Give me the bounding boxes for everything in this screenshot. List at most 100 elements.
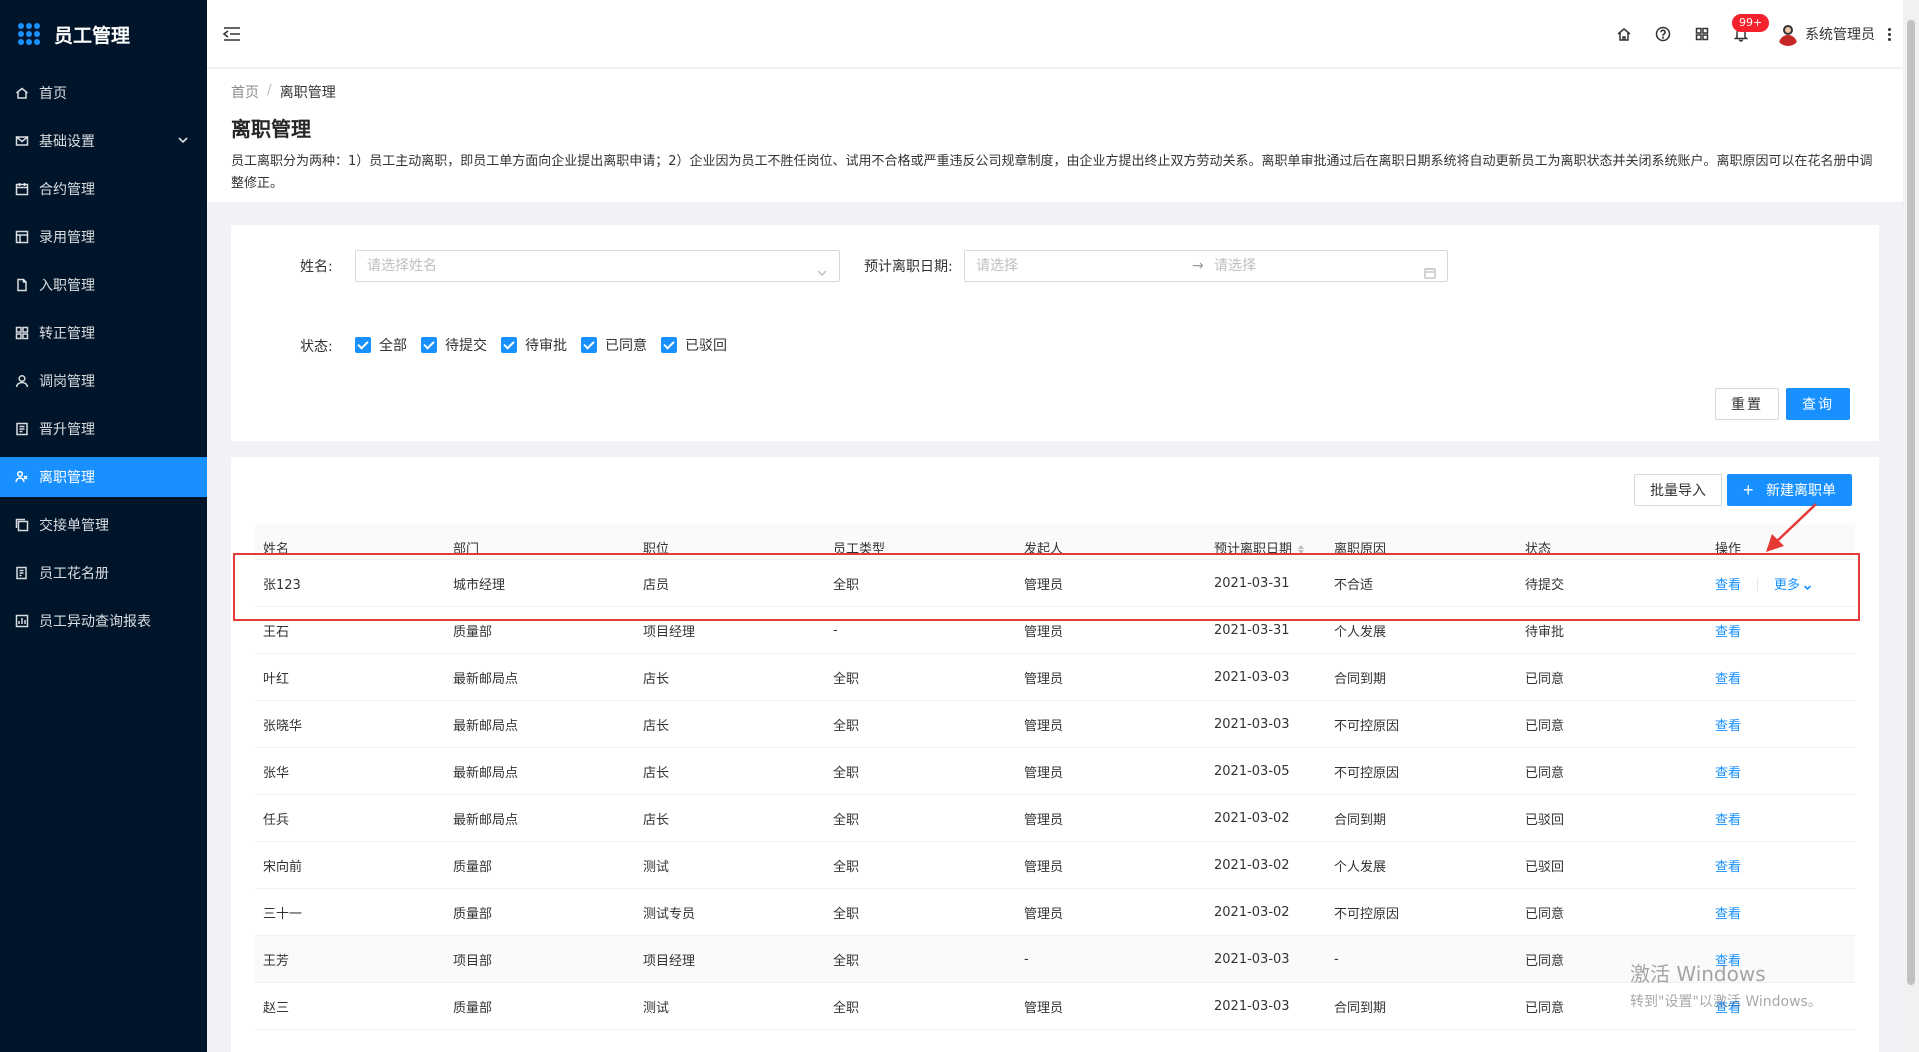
action-divider [1757, 578, 1759, 592]
table-row[interactable]: 张华 最新邮局点 店长 全职 管理员 2021-03-05 不可控原因 已同意 查看 [255, 748, 1855, 795]
table-row[interactable]: 三十一 质量部 测试专员 全职 管理员 2021-03-02 不可控原因 已同意 查看 [255, 889, 1855, 936]
sidebar-item-2[interactable]: 合约管理 [0, 169, 207, 209]
status-label: 状态: [300, 339, 333, 355]
cell-name: 三十一 [263, 906, 303, 922]
file-icon [15, 278, 29, 292]
cell-actions: 查看 [1707, 950, 1855, 969]
view-link[interactable]: 查看 [1715, 672, 1741, 687]
status-checkbox-3[interactable]: 已同意 [581, 335, 647, 355]
sidebar-item-7[interactable]: 晋升管理 [0, 409, 207, 449]
sidebar-item-9[interactable]: 交接单管理 [0, 505, 207, 545]
column-header-label: 离职原因 [1334, 542, 1387, 557]
date-range-picker[interactable]: 请选择 → 请选择 [964, 250, 1448, 282]
table-row[interactable]: 张123 城市经理 店员 全职 管理员 2021-03-31 不合适 待提交 查看 更多 [255, 560, 1855, 607]
sidebar-item-label: 转正管理 [39, 326, 95, 342]
date-end-input[interactable]: 请选择 [1214, 251, 1256, 281]
cell-actions: 查看 [1707, 997, 1855, 1016]
sidebar-item-6[interactable]: 调岗管理 [0, 361, 207, 401]
cell-initiator: 管理员 [1024, 812, 1064, 828]
cell-employee-type: - [833, 622, 838, 638]
status-checkbox-4[interactable]: 已驳回 [661, 335, 727, 355]
more-label: 更多 [1774, 577, 1801, 593]
cell-status: 已驳回 [1525, 812, 1565, 828]
checkbox-checked-icon[interactable] [501, 337, 517, 353]
view-link[interactable]: 查看 [1715, 860, 1741, 875]
query-button[interactable]: 查询 [1786, 388, 1850, 420]
resignation-table: 姓名 部门 职位 员工类型 发起人 预计离职日期 离职原因 状态 操作 张123 城市经理 店员 全职… [255, 524, 1855, 1030]
reset-button[interactable]: 重置 [1715, 388, 1779, 420]
bell-icon[interactable]: 99+ [1732, 14, 1770, 43]
more-dropdown[interactable]: 更多 [1774, 578, 1812, 593]
name-select[interactable]: 请选择姓名 [355, 250, 840, 282]
cell-reason: 个人发展 [1334, 859, 1387, 875]
sidebar-item-1[interactable]: 基础设置 [0, 121, 207, 161]
help-icon[interactable] [1654, 25, 1672, 43]
batch-import-button[interactable]: 批量导入 [1634, 474, 1722, 506]
copy-icon [15, 518, 29, 532]
table-row[interactable]: 王石 质量部 项目经理 - 管理员 2021-03-31 个人发展 待审批 查看 [255, 607, 1855, 654]
table-row[interactable]: 王芳 项目部 项目经理 全职 - 2021-03-03 - 已同意 查看 [255, 936, 1855, 983]
status-checkbox-0[interactable]: 全部 [355, 335, 407, 355]
sidebar-item-11[interactable]: 员工异动查询报表 [0, 601, 207, 641]
sidebar-item-0[interactable]: 首页 [0, 73, 207, 113]
cell-expected-date: 2021-03-02 [1214, 857, 1290, 873]
cell-expected-date: 2021-03-03 [1214, 951, 1290, 967]
cell-employee-type: 全职 [833, 906, 860, 922]
table-row[interactable]: 任兵 最新邮局点 店长 全职 管理员 2021-03-02 合同到期 已驳回 查看 [255, 795, 1855, 842]
page-scrollbar[interactable] [1903, 0, 1919, 1052]
table-row[interactable]: 张晓华 最新邮局点 店长 全职 管理员 2021-03-03 不可控原因 已同意 查看 [255, 701, 1855, 748]
status-checkbox-2[interactable]: 待审批 [501, 335, 567, 355]
view-link[interactable]: 查看 [1715, 578, 1741, 593]
user-name[interactable]: 系统管理员 [1805, 24, 1875, 44]
cell-initiator: 管理员 [1024, 906, 1064, 922]
cell-position: 店员 [643, 577, 670, 593]
cell-actions: 查看 [1707, 668, 1855, 687]
grid-icon [15, 326, 29, 340]
cell-employee-type: 全职 [833, 718, 860, 734]
status-checkbox-label: 全部 [379, 338, 407, 354]
checkbox-checked-icon[interactable] [661, 337, 677, 353]
checkbox-checked-icon[interactable] [355, 337, 371, 353]
table-row[interactable]: 宋向前 质量部 测试 全职 管理员 2021-03-02 个人发展 已驳回 查看 [255, 842, 1855, 889]
date-start-input[interactable]: 请选择 [976, 251, 1018, 281]
page-title: 离职管理 [231, 117, 311, 141]
cell-department: 质量部 [453, 859, 493, 875]
table-row[interactable]: 赵三 质量部 测试 全职 管理员 2021-03-03 合同到期 已同意 查看 [255, 983, 1855, 1030]
app-logo[interactable]: 员工管理 [0, 0, 207, 68]
view-link[interactable]: 查看 [1715, 1001, 1741, 1016]
sidebar-item-10[interactable]: 员工花名册 [0, 553, 207, 593]
breadcrumb-home[interactable]: 首页 [231, 82, 259, 102]
cell-name: 宋向前 [263, 859, 303, 875]
column-header-5[interactable]: 预计离职日期 [1206, 538, 1326, 557]
column-header-label: 姓名 [263, 542, 290, 557]
status-checkbox-1[interactable]: 待提交 [421, 335, 487, 355]
sidebar-item-5[interactable]: 转正管理 [0, 313, 207, 353]
new-resignation-button[interactable]: + 新建离职单 [1727, 474, 1852, 506]
sidebar-item-8[interactable]: 离职管理 [0, 457, 207, 497]
view-link[interactable]: 查看 [1715, 719, 1741, 734]
menu-collapse-icon[interactable] [222, 24, 242, 44]
scrollbar-thumb[interactable] [1907, 20, 1915, 985]
cell-status: 已同意 [1525, 1000, 1565, 1016]
more-vertical-icon[interactable] [1887, 27, 1891, 42]
home-icon[interactable] [1615, 25, 1633, 43]
cell-expected-date: 2021-03-03 [1214, 998, 1290, 1014]
checkbox-checked-icon[interactable] [581, 337, 597, 353]
status-checkbox-group: 全部 待提交 待审批 已同意 已驳回 [355, 335, 741, 355]
sidebar-item-3[interactable]: 录用管理 [0, 217, 207, 257]
view-link[interactable]: 查看 [1715, 954, 1741, 969]
view-link[interactable]: 查看 [1715, 907, 1741, 922]
apps-icon[interactable] [1693, 25, 1711, 43]
cell-initiator: 管理员 [1024, 671, 1064, 687]
cell-expected-date: 2021-03-03 [1214, 669, 1290, 685]
column-header-label: 操作 [1715, 542, 1742, 557]
avatar[interactable] [1776, 22, 1800, 46]
checkbox-checked-icon[interactable] [421, 337, 437, 353]
view-link[interactable]: 查看 [1715, 625, 1741, 640]
sidebar-item-4[interactable]: 入职管理 [0, 265, 207, 305]
sort-icon[interactable] [1298, 545, 1305, 554]
table-row[interactable]: 叶红 最新邮局点 店长 全职 管理员 2021-03-03 合同到期 已同意 查看 [255, 654, 1855, 701]
view-link[interactable]: 查看 [1715, 813, 1741, 828]
cell-initiator: 管理员 [1024, 577, 1064, 593]
view-link[interactable]: 查看 [1715, 766, 1741, 781]
